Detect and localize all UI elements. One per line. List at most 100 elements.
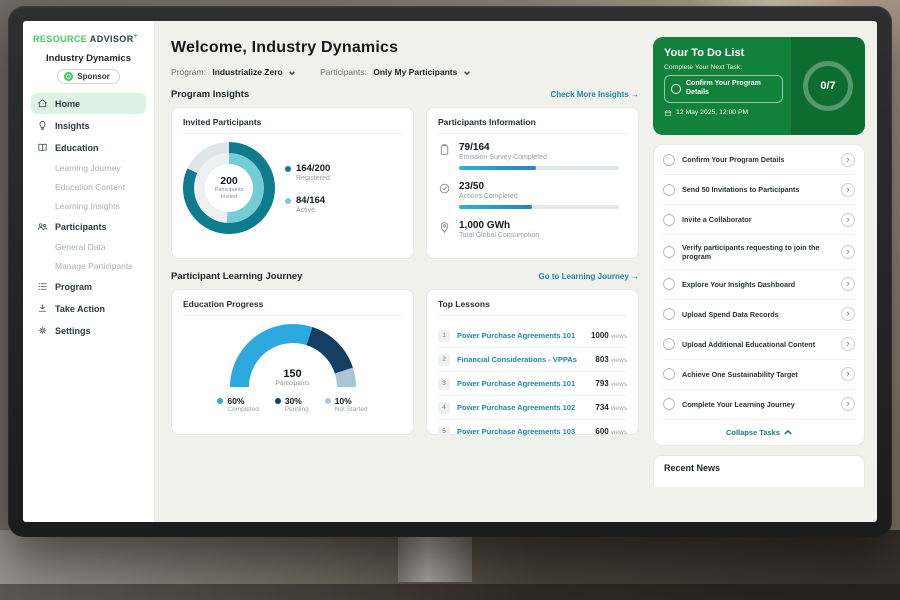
sidebar-item-settings[interactable]: Settings [31,320,146,341]
legend-item-active: 84/164 Active [285,195,330,214]
task-row[interactable]: Upload Spend Data Records › [663,300,855,330]
list-icon [37,281,48,292]
lesson-title-link[interactable]: Power Purchase Agreements 101 [457,379,588,388]
main-column: Welcome, Industry Dynamics Program: Indu… [171,27,639,522]
legend-dot [285,166,291,172]
sidebar-item-education[interactable]: Education [31,137,146,158]
lesson-views: 600views [595,427,627,436]
task-row[interactable]: Verify participants requesting to join t… [663,235,855,270]
home-icon [37,98,48,109]
location-pin-icon [438,221,451,234]
chevron-down-icon [463,69,471,77]
legend-label: Pending [285,406,309,413]
sidebar-item-label: Participants [55,222,107,232]
checkbox-icon[interactable] [663,184,675,196]
sidebar-item-manage-participants[interactable]: Manage Participants [31,257,146,275]
go-to-learning-journey-link[interactable]: Go to Learning Journey → [539,272,639,281]
chevron-right-icon[interactable]: › [841,277,855,291]
check-more-insights-link[interactable]: Check More Insights → [551,90,639,99]
checkbox-icon[interactable] [663,398,675,410]
chevron-right-icon[interactable]: › [841,397,855,411]
lesson-title-link[interactable]: Power Purchase Agreements 102 [457,403,588,412]
participants-filter-label: Participants: [320,67,367,77]
task-row[interactable]: Invite a Collaborator › [663,205,855,235]
sidebar-item-label: Take Action [55,304,105,314]
chevron-right-icon[interactable]: › [841,245,855,259]
chevron-right-icon[interactable]: › [841,213,855,227]
checkbox-icon[interactable] [663,278,675,290]
lesson-row: 3 Power Purchase Agreements 101 793views [438,372,627,396]
due-date: 12 May 2025, 12:00 PM [664,109,783,117]
chevron-right-icon[interactable]: › [841,153,855,167]
app-window: RESOURCE ADVISOR+ Industry Dynamics Spon… [23,21,877,522]
task-row[interactable]: Send 50 Invitations to Participants › [663,175,855,205]
sponsor-badge[interactable]: Sponsor [57,69,119,84]
lesson-rank: 5 [438,426,450,438]
people-icon [37,221,48,232]
checkbox-icon[interactable] [671,84,681,94]
program-filter[interactable]: Program: Industrialize Zero [171,67,296,77]
gear-icon [37,325,48,336]
org-name: Industry Dynamics [31,53,146,64]
page-title: Welcome, Industry Dynamics [171,39,639,57]
task-label: Upload Spend Data Records [682,310,834,319]
lesson-title-link[interactable]: Power Purchase Agreements 101 [457,331,584,340]
task-row[interactable]: Upload Additional Educational Content › [663,330,855,360]
checkbox-icon[interactable] [663,154,675,166]
sidebar-item-learning-insights[interactable]: Learning Insights [31,197,146,215]
lesson-title-link[interactable]: Power Purchase Agreements 103 [457,427,588,436]
sidebar-item-participants[interactable]: Participants [31,216,146,237]
invited-participants-card: Invited Participants 200 Participants In… [171,107,414,259]
task-row[interactable]: Confirm Your Program Details › [663,145,855,175]
todo-title: Your To Do List [664,47,783,59]
sponsor-label: Sponsor [77,72,109,81]
task-row[interactable]: Achieve One Sustainability Target › [663,360,855,390]
lesson-title-link[interactable]: Financial Considerations - VPPAs [457,355,588,364]
sidebar-item-home[interactable]: Home [31,93,146,114]
chevron-right-icon[interactable]: › [841,307,855,321]
sidebar-item-education-content[interactable]: Education Content [31,178,146,196]
sidebar-item-take-action[interactable]: Take Action [31,298,146,319]
next-task[interactable]: Confirm Your Program Details [664,75,783,103]
card-title: Participants Information [438,117,627,134]
filter-bar: Program: Industrialize Zero Participants… [171,67,639,77]
checkbox-icon[interactable] [663,308,675,320]
checkbox-icon[interactable] [663,338,675,350]
legend-item-completed: 60% Completed [217,396,258,413]
progress-track [459,205,619,209]
lesson-row: 1 Power Purchase Agreements 101 1000view… [438,324,627,348]
legend-value: 30% [285,396,302,406]
info-row-survey: 79/164 Emission Survey Completed [438,142,627,170]
card-title: Education Progress [183,299,402,316]
task-row[interactable]: Complete Your Learning Journey › [663,390,855,420]
legend-item-registered: 164/200 Registered [285,163,330,182]
task-label: Verify participants requesting to join t… [682,243,834,262]
brand-logo: RESOURCE ADVISOR+ [31,31,146,52]
sidebar-item-general-data[interactable]: General Data [31,238,146,256]
collapse-tasks-button[interactable]: Collapse Tasks [663,420,855,445]
task-row[interactable]: Explore Your Insights Dashboard › [663,270,855,300]
todo-progress-value: 0/7 [820,80,835,92]
checkbox-icon[interactable] [663,214,675,226]
sidebar-item-insights[interactable]: Insights [31,115,146,136]
arrow-right-icon: → [631,272,639,281]
task-label: Invite a Collaborator [682,215,834,224]
checkbox-icon[interactable] [663,246,675,258]
link-label: Check More Insights [551,90,629,99]
participants-filter[interactable]: Participants: Only My Participants [320,67,471,77]
checkbox-icon[interactable] [663,368,675,380]
chevron-right-icon[interactable]: › [841,367,855,381]
learning-journey-section: Participant Learning Journey Go to Learn… [171,271,639,282]
education-gauge-chart: 150 Participants [230,324,356,387]
sidebar-item-learning-journey[interactable]: Learning Journey [31,159,146,177]
chevron-right-icon[interactable]: › [841,337,855,351]
chevron-right-icon[interactable]: › [841,183,855,197]
legend-label: Active [296,207,325,214]
lesson-views: 803views [595,355,627,364]
progress-fill [459,166,536,170]
todo-progress-zone: 0/7 [791,37,865,135]
chevron-down-icon [288,69,296,77]
sidebar-item-program[interactable]: Program [31,276,146,297]
sidebar-item-label: Program [55,282,92,292]
monitor-stand [398,534,472,582]
